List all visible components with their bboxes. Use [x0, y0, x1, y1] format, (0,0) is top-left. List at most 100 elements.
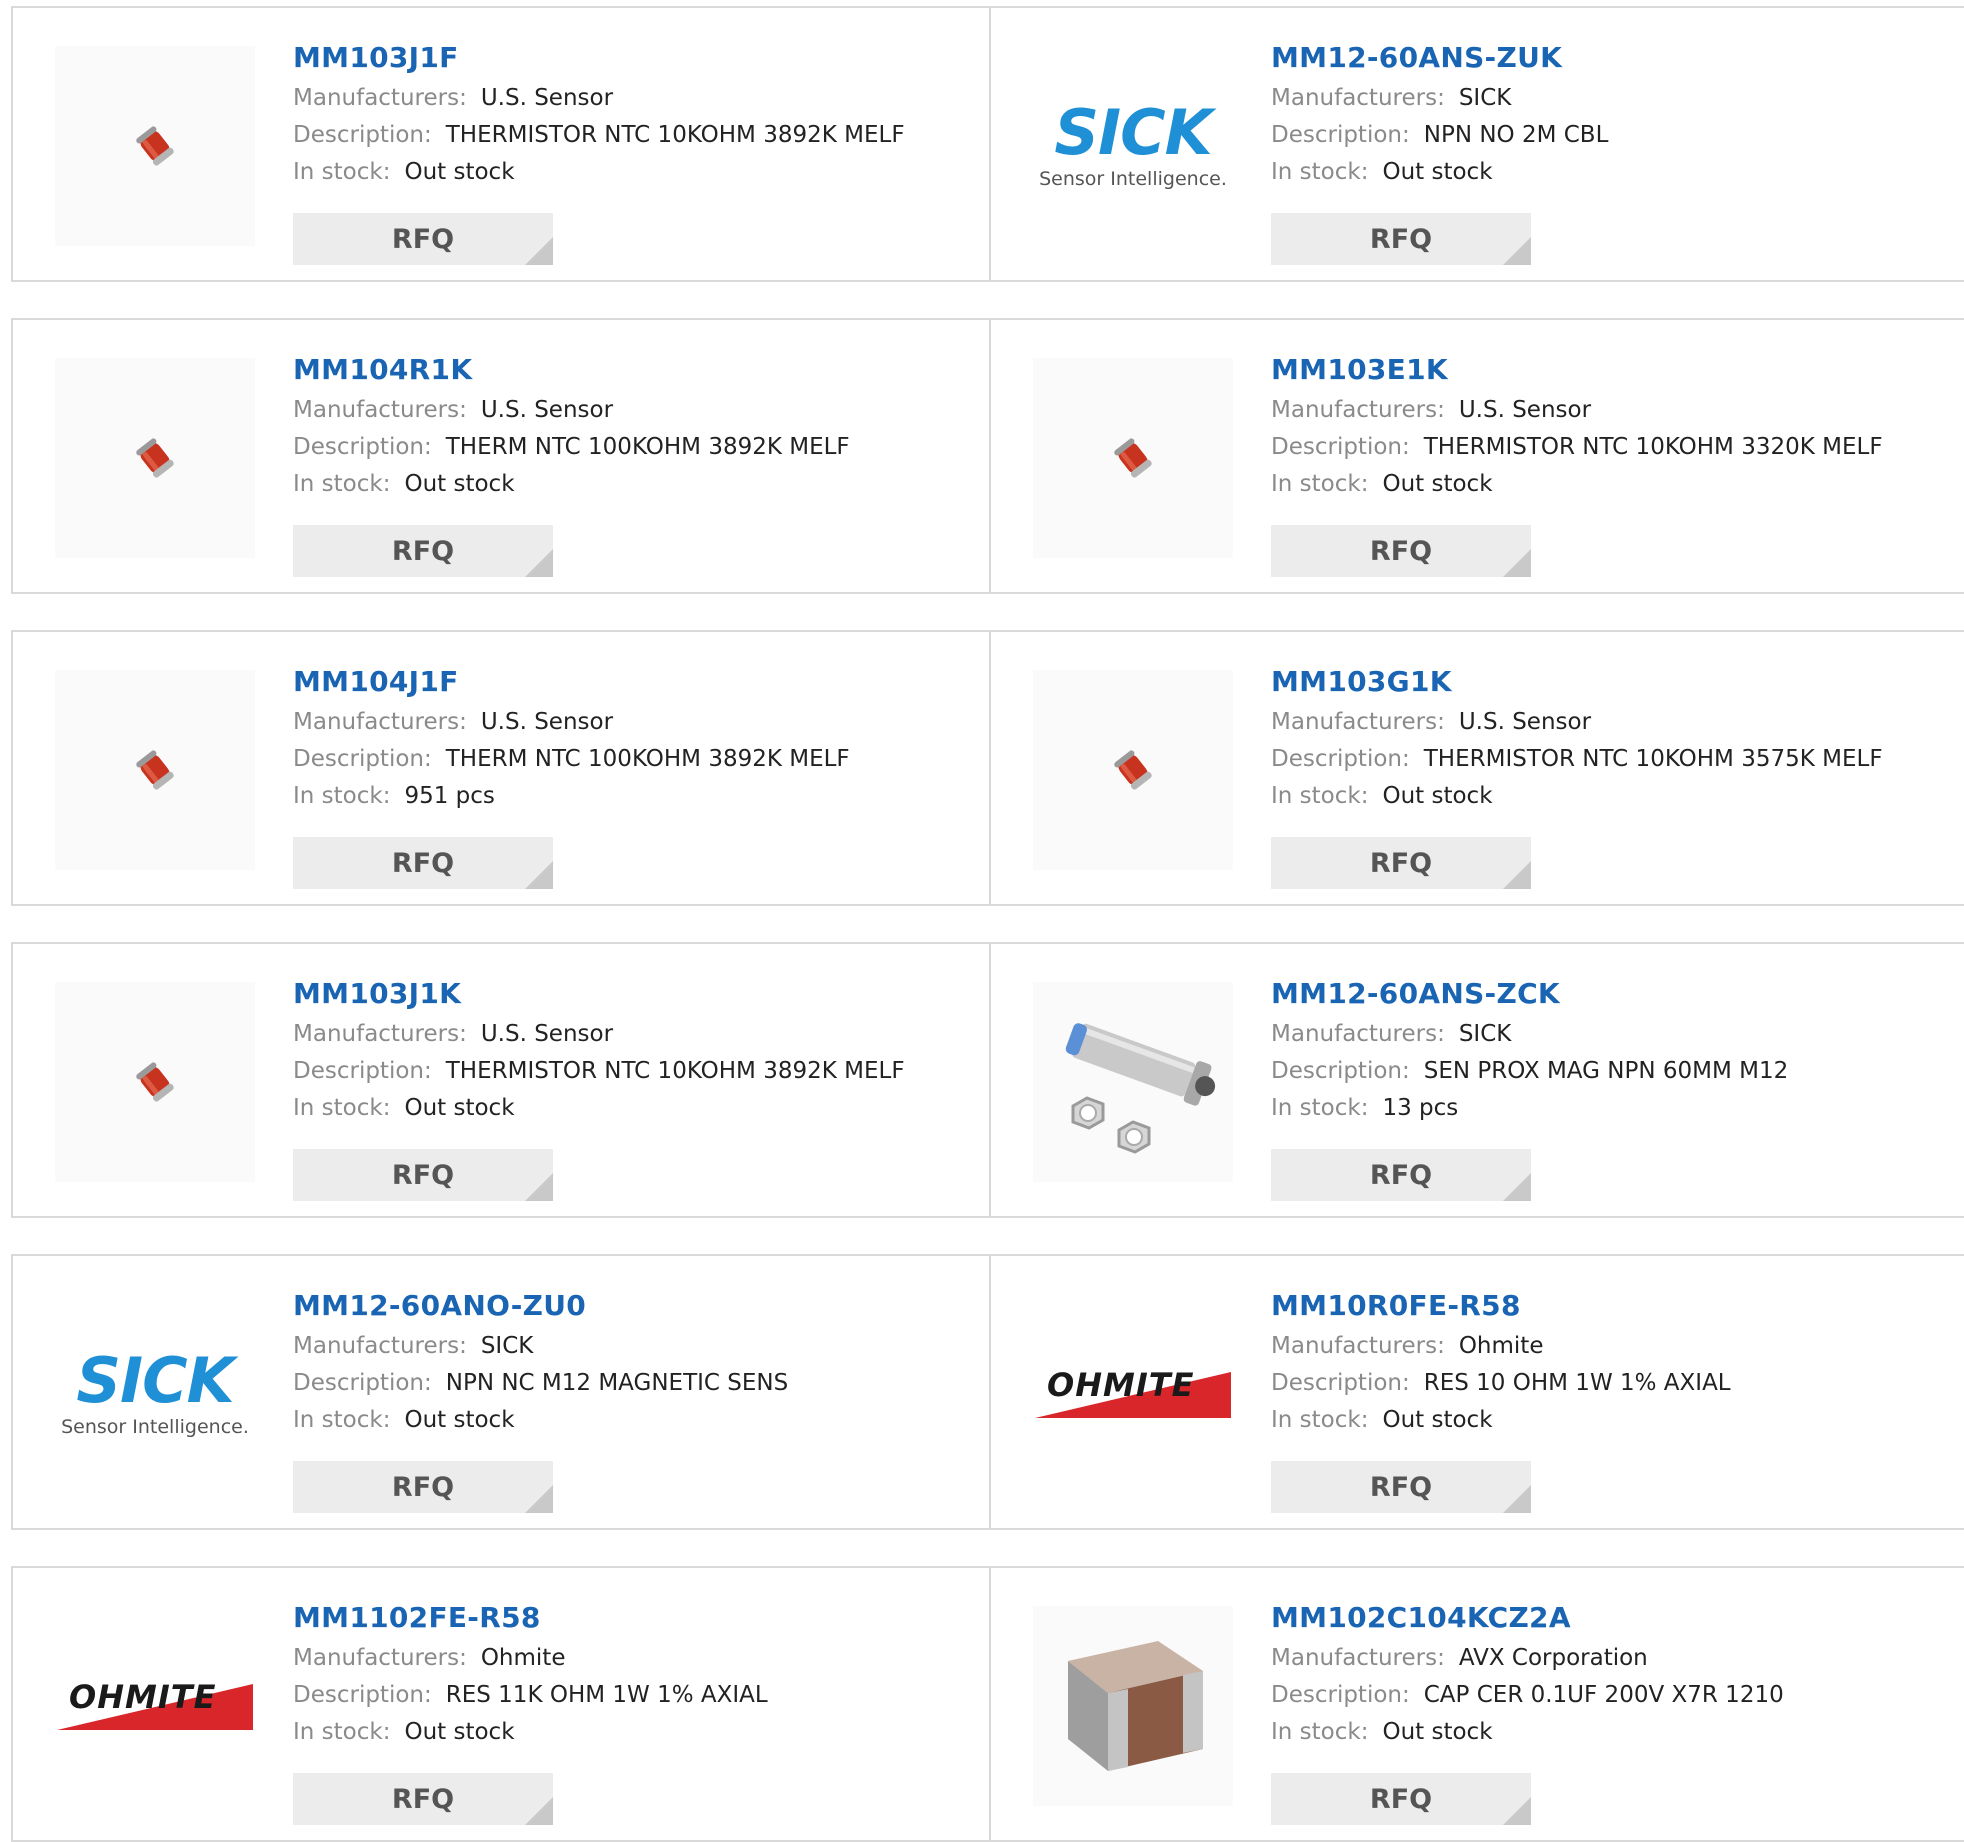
description-label: Description: — [1271, 746, 1410, 772]
stock-row: In stock: Out stock — [1271, 154, 1957, 191]
ceramic-capacitor-icon[interactable] — [1033, 1606, 1233, 1806]
thermistor-icon[interactable] — [1033, 358, 1233, 558]
stock-value: Out stock — [404, 1407, 515, 1433]
manufacturer-label: Manufacturers: — [293, 397, 467, 423]
manufacturer-value: U.S. Sensor — [480, 1021, 614, 1047]
description-row: Description: RES 10 OHM 1W 1% AXIAL — [1271, 1365, 1957, 1402]
description-row: Description: SEN PROX MAG NPN 60MM M12 — [1271, 1053, 1957, 1090]
rfq-button[interactable]: RFQ — [1271, 1149, 1531, 1201]
stock-row: In stock: 951 pcs — [293, 778, 979, 815]
description-value: CAP CER 0.1UF 200V X7R 1210 — [1423, 1682, 1784, 1708]
stock-value: Out stock — [404, 159, 515, 185]
sick-logo[interactable]: SICK Sensor Intelligence. — [1033, 46, 1233, 246]
rfq-button[interactable]: RFQ — [293, 1461, 553, 1513]
stock-label: In stock: — [293, 1095, 391, 1121]
part-number-link[interactable]: MM12-60ANS-ZCK — [1271, 972, 1957, 1016]
manufacturer-row: Manufacturers: Ohmite — [1271, 1328, 1957, 1365]
rfq-label: RFQ — [391, 1159, 455, 1191]
product-card: SICK Sensor Intelligence. MM12-60ANS-ZUK… — [989, 6, 1964, 282]
description-row: Description: THERMISTOR NTC 10KOHM 3320K … — [1271, 429, 1957, 466]
manufacturer-value: Ohmite — [1458, 1333, 1544, 1359]
stock-label: In stock: — [1271, 159, 1369, 185]
stock-value: 951 pcs — [404, 783, 495, 809]
part-number-link[interactable]: MM104R1K — [293, 348, 979, 392]
thermistor-icon[interactable] — [55, 670, 255, 870]
rfq-button[interactable]: RFQ — [1271, 1461, 1531, 1513]
description-label: Description: — [293, 1058, 432, 1084]
stock-row: In stock: Out stock — [1271, 466, 1957, 503]
stock-label: In stock: — [1271, 471, 1369, 497]
description-value: NPN NO 2M CBL — [1423, 122, 1609, 148]
ohmite-logo[interactable]: OHMITE — [55, 1606, 255, 1806]
product-card: MM103G1K Manufacturers: U.S. Sensor Descr… — [989, 630, 1964, 906]
product-info: MM104J1F Manufacturers: U.S. Sensor Descr… — [293, 660, 979, 815]
rfq-button[interactable]: RFQ — [1271, 525, 1531, 577]
part-number-link[interactable]: MM1102FE-R58 — [293, 1596, 979, 1640]
manufacturer-value: U.S. Sensor — [480, 397, 614, 423]
manufacturer-value: AVX Corporation — [1458, 1645, 1648, 1671]
rfq-label: RFQ — [391, 535, 455, 567]
stock-row: In stock: Out stock — [293, 1402, 979, 1439]
stock-row: In stock: Out stock — [1271, 1714, 1957, 1751]
product-info: MM103J1F Manufacturers: U.S. Sensor Descr… — [293, 36, 979, 191]
thermistor-icon[interactable] — [1033, 670, 1233, 870]
product-info: MM12-60ANS-ZCK Manufacturers: SICK Descri… — [1271, 972, 1957, 1127]
thermistor-icon[interactable] — [55, 358, 255, 558]
rfq-button[interactable]: RFQ — [293, 213, 553, 265]
product-card: MM103E1K Manufacturers: U.S. Sensor Descr… — [989, 318, 1964, 594]
stock-row: In stock: Out stock — [293, 466, 979, 503]
manufacturer-label: Manufacturers: — [1271, 1021, 1445, 1047]
manufacturer-label: Manufacturers: — [1271, 1645, 1445, 1671]
part-number-link[interactable]: MM102C104KCZ2A — [1271, 1596, 1957, 1640]
product-info: MM104R1K Manufacturers: U.S. Sensor Descr… — [293, 348, 979, 503]
manufacturer-label: Manufacturers: — [1271, 709, 1445, 735]
product-info: MM1102FE-R58 Manufacturers: Ohmite Descri… — [293, 1596, 979, 1751]
proximity-sensor-icon[interactable] — [1033, 982, 1233, 1182]
part-number-link[interactable]: MM103E1K — [1271, 348, 1957, 392]
description-label: Description: — [293, 122, 432, 148]
manufacturer-value: U.S. Sensor — [480, 85, 614, 111]
product-info: MM102C104KCZ2A Manufacturers: AVX Corpora… — [1271, 1596, 1957, 1751]
rfq-button[interactable]: RFQ — [1271, 1773, 1531, 1825]
part-number-link[interactable]: MM12-60ANS-ZUK — [1271, 36, 1957, 80]
description-row: Description: THERMISTOR NTC 10KOHM 3575K … — [1271, 741, 1957, 778]
ohmite-logo[interactable]: OHMITE — [1033, 1294, 1233, 1494]
thermistor-icon[interactable] — [55, 46, 255, 246]
description-value: RES 11K OHM 1W 1% AXIAL — [445, 1682, 768, 1708]
product-card: MM103J1F Manufacturers: U.S. Sensor Descr… — [11, 6, 991, 282]
stock-value: 13 pcs — [1382, 1095, 1459, 1121]
description-row: Description: THERMISTOR NTC 10KOHM 3892K … — [293, 117, 979, 154]
description-row: Description: THERMISTOR NTC 10KOHM 3892K … — [293, 1053, 979, 1090]
rfq-label: RFQ — [1369, 1471, 1433, 1503]
part-number-link[interactable]: MM103G1K — [1271, 660, 1957, 704]
corner-triangle-icon — [1503, 861, 1531, 889]
description-value: THERMISTOR NTC 10KOHM 3892K MELF — [445, 122, 905, 148]
stock-value: Out stock — [404, 471, 515, 497]
part-number-link[interactable]: MM12-60ANO-ZU0 — [293, 1284, 979, 1328]
product-card: OHMITE MM1102FE-R58 Manufacturers: Ohmite… — [11, 1566, 991, 1842]
part-number-link[interactable]: MM104J1F — [293, 660, 979, 704]
product-grid: MM103J1F Manufacturers: U.S. Sensor Descr… — [0, 0, 1964, 1842]
rfq-label: RFQ — [1369, 223, 1433, 255]
part-number-link[interactable]: MM103J1F — [293, 36, 979, 80]
sick-logo[interactable]: SICK Sensor Intelligence. — [55, 1294, 255, 1494]
manufacturer-row: Manufacturers: Ohmite — [293, 1640, 979, 1677]
rfq-button[interactable]: RFQ — [1271, 837, 1531, 889]
corner-triangle-icon — [525, 1797, 553, 1825]
rfq-button[interactable]: RFQ — [293, 837, 553, 889]
rfq-button[interactable]: RFQ — [293, 1149, 553, 1201]
stock-value: Out stock — [1382, 783, 1493, 809]
rfq-button[interactable]: RFQ — [1271, 213, 1531, 265]
manufacturer-value: Ohmite — [480, 1645, 566, 1671]
thermistor-icon[interactable] — [55, 982, 255, 1182]
manufacturer-value: U.S. Sensor — [480, 709, 614, 735]
rfq-button[interactable]: RFQ — [293, 525, 553, 577]
rfq-button[interactable]: RFQ — [293, 1773, 553, 1825]
part-number-link[interactable]: MM10R0FE-R58 — [1271, 1284, 1957, 1328]
stock-label: In stock: — [293, 1407, 391, 1433]
description-label: Description: — [1271, 122, 1410, 148]
description-row: Description: THERM NTC 100KOHM 3892K MELF — [293, 429, 979, 466]
description-value: THERMISTOR NTC 10KOHM 3575K MELF — [1423, 746, 1883, 772]
part-number-link[interactable]: MM103J1K — [293, 972, 979, 1016]
product-card: SICK Sensor Intelligence. MM12-60ANO-ZU0… — [11, 1254, 991, 1530]
